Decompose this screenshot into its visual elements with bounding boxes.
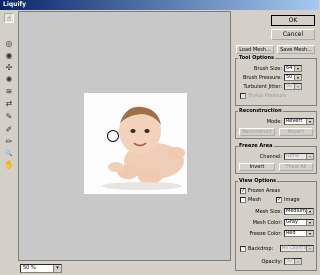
stylus-pressure-label: Stylus Pressure bbox=[248, 93, 287, 99]
mesh-size-dropdown-icon[interactable]: ▾ bbox=[306, 209, 313, 214]
image-label: Image bbox=[284, 197, 300, 203]
mode-dropdown-icon[interactable]: ▾ bbox=[306, 119, 313, 124]
twirl-clockwise-tool-icon[interactable]: ◎ bbox=[4, 39, 14, 49]
brush-pressure-dropdown-icon[interactable]: ▾ bbox=[294, 75, 301, 80]
stylus-pressure-checkbox[interactable] bbox=[240, 93, 246, 99]
channel-select[interactable]: None ▾ bbox=[284, 153, 314, 160]
brush-pressure-label: Brush Pressure: bbox=[242, 75, 282, 81]
bloat-tool-icon[interactable]: ✺ bbox=[4, 75, 14, 85]
mesh-color-select[interactable]: Gray ▾ bbox=[284, 219, 314, 226]
brush-pressure-value: 50 bbox=[286, 74, 293, 80]
mesh-label: Mesh bbox=[248, 197, 262, 203]
freeze-area-group: Freeze Area Channel: None ▾ Invert Thaw … bbox=[235, 143, 317, 174]
mode-value: Revert bbox=[286, 118, 303, 124]
freeze-mask-tool-icon[interactable]: ✐ bbox=[4, 125, 14, 135]
mesh-color-value: Gray bbox=[286, 219, 298, 225]
freeze-color-select[interactable]: Red ▾ bbox=[284, 230, 314, 237]
mode-select[interactable]: Revert ▾ bbox=[284, 118, 314, 125]
backdrop-dropdown-icon[interactable]: ▾ bbox=[306, 246, 313, 251]
mesh-checkbox[interactable] bbox=[240, 197, 246, 203]
freeze-color-label: Freeze Color: bbox=[249, 231, 282, 237]
freeze-color-value: Red bbox=[286, 230, 296, 236]
zoom-dropdown-icon[interactable]: ▾ bbox=[53, 265, 61, 272]
save-mesh-button[interactable]: Save Mesh... bbox=[277, 45, 315, 54]
backdrop-select[interactable]: All Layers ▾ bbox=[280, 245, 314, 252]
opacity-input[interactable]: 50 ▾ bbox=[284, 258, 302, 265]
turbulent-jitter-input[interactable]: 50 ▾ bbox=[284, 83, 302, 90]
brush-size-dropdown-icon[interactable]: ▾ bbox=[294, 66, 301, 71]
invert-button[interactable]: Invert bbox=[239, 163, 275, 171]
backdrop-checkbox[interactable] bbox=[240, 246, 246, 252]
reconstruction-title: Reconstruction bbox=[238, 108, 283, 114]
opacity-dropdown-icon[interactable]: ▾ bbox=[294, 259, 301, 264]
mesh-color-dropdown-icon[interactable]: ▾ bbox=[306, 220, 313, 225]
mesh-size-label: Mesh Size: bbox=[255, 209, 282, 215]
cancel-button[interactable]: Cancel bbox=[271, 29, 315, 40]
zoom-tool-icon[interactable]: 🔍 bbox=[4, 149, 14, 159]
preview-canvas[interactable] bbox=[18, 11, 231, 261]
tool-options-title: Tool Options bbox=[238, 55, 275, 61]
window-title: Liquify bbox=[3, 1, 27, 8]
mode-label: Mode: bbox=[266, 119, 282, 125]
thaw-mask-tool-icon[interactable]: ✏ bbox=[4, 137, 14, 147]
reconstruct-tool-icon[interactable]: ✎ bbox=[4, 112, 14, 122]
forward-warp-tool-icon[interactable]: ☝ bbox=[4, 13, 14, 23]
zoom-level-select[interactable]: 50 % ▾ bbox=[20, 264, 62, 273]
revert-button[interactable]: Revert bbox=[279, 128, 313, 136]
load-mesh-button[interactable]: Load Mesh... bbox=[236, 45, 274, 54]
brush-cursor bbox=[107, 130, 119, 142]
baby-photo bbox=[84, 93, 187, 194]
brush-pressure-input[interactable]: 50 ▾ bbox=[284, 74, 302, 81]
twirl-counterclockwise-tool-icon[interactable]: ◉ bbox=[4, 51, 14, 61]
image-checkbox[interactable]: ✓ bbox=[276, 197, 282, 203]
reflection-tool-icon[interactable]: ⇄ bbox=[4, 99, 14, 109]
pucker-tool-icon[interactable]: ✣ bbox=[4, 63, 14, 73]
hand-tool-icon[interactable]: ✋ bbox=[4, 160, 14, 170]
opacity-label: Opacity: bbox=[261, 259, 282, 265]
ok-button[interactable]: OK bbox=[270, 14, 316, 27]
freeze-area-title: Freeze Area bbox=[238, 143, 274, 149]
mesh-size-select[interactable]: Medium ▾ bbox=[284, 208, 314, 215]
opacity-value: 50 bbox=[286, 258, 293, 264]
reconstruct-button[interactable]: Reconstruct bbox=[239, 128, 275, 136]
view-options-title: View Options bbox=[238, 178, 278, 184]
thaw-all-button[interactable]: Thaw All bbox=[279, 163, 313, 171]
turbulent-jitter-label: Turbulent Jitter: bbox=[243, 84, 282, 90]
freeze-color-dropdown-icon[interactable]: ▾ bbox=[306, 231, 313, 236]
view-options-group: View Options ✓ Frozen Areas Mesh ✓ Image… bbox=[235, 178, 317, 271]
backdrop-value: All Layers bbox=[282, 245, 307, 251]
frozen-areas-label: Frozen Areas bbox=[248, 188, 281, 194]
tool-palette: ☝ ◎ ◉ ✣ ✺ ≋ ⇄ ✎ ✐ ✏ 🔍 ✋ bbox=[2, 11, 16, 169]
brush-size-value: 64 bbox=[286, 65, 293, 71]
zoom-level-value: 50 % bbox=[23, 265, 36, 271]
channel-label: Channel: bbox=[259, 154, 282, 160]
frozen-areas-checkbox[interactable]: ✓ bbox=[240, 188, 246, 194]
mesh-color-label: Mesh Color: bbox=[252, 220, 282, 226]
brush-size-input[interactable]: 64 ▾ bbox=[284, 65, 302, 72]
backdrop-label: Backdrop: bbox=[248, 246, 274, 252]
reconstruction-group: Reconstruction Mode: Revert ▾ Reconstruc… bbox=[235, 108, 317, 139]
shift-pixels-tool-icon[interactable]: ≋ bbox=[4, 87, 14, 97]
channel-value: None bbox=[286, 153, 300, 159]
tool-options-group: Tool Options Brush Size: 64 ▾ Brush Pres… bbox=[235, 55, 317, 106]
mesh-size-value: Medium bbox=[286, 208, 306, 214]
channel-dropdown-icon[interactable]: ▾ bbox=[306, 154, 313, 159]
brush-size-label: Brush Size: bbox=[254, 66, 282, 72]
baby-image bbox=[84, 93, 187, 194]
turbulent-jitter-value: 50 bbox=[286, 83, 293, 89]
turbulent-jitter-dropdown-icon[interactable]: ▾ bbox=[294, 84, 301, 89]
window-title-bar: Liquify bbox=[0, 0, 319, 10]
